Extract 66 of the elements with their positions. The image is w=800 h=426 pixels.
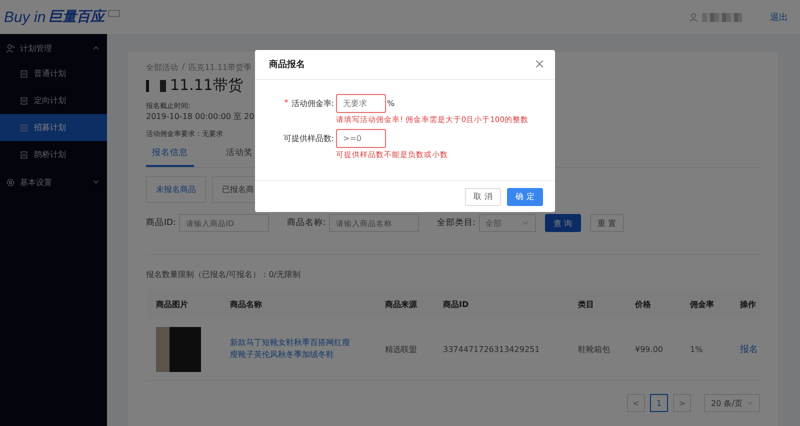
filter-label: 全部类目: — [436, 217, 476, 229]
document-icon — [20, 124, 28, 132]
column-header: 类目 — [577, 298, 595, 310]
input-field[interactable]: 无要求 — [336, 94, 386, 113]
required-mark: * — [284, 98, 288, 109]
deadline-value: 2019-10-18 00:00:00 至 20 — [146, 111, 254, 122]
breadcrumb-separator: / — [182, 62, 185, 73]
confirm-button[interactable]: 确 定 — [507, 188, 543, 206]
people-icon — [6, 44, 15, 52]
table-cell: 1% — [690, 344, 703, 354]
query-button[interactable]: 查 询 — [544, 214, 581, 232]
document-icon — [20, 150, 28, 158]
page-size-select[interactable]: 20 条/页 — [704, 394, 760, 412]
table-cell: 精选联盟 — [385, 344, 417, 354]
table-cell: ¥99.00 — [635, 344, 663, 354]
sidebar-group[interactable]: 基本设置 — [0, 170, 107, 194]
previous-page-button[interactable]: < — [627, 394, 645, 412]
column-header: 操作 — [738, 298, 757, 310]
sidebar-item[interactable]: 普通计划 — [0, 60, 107, 87]
input-field[interactable]: >=0 — [336, 129, 386, 148]
cancel-button[interactable]: 取 消 — [465, 188, 501, 206]
quota-text: 报名数量限制（已报名/可报名）：0/无限制 — [146, 269, 302, 280]
reset-button[interactable]: 重 置 — [590, 214, 624, 232]
sidebar-group[interactable]: 计划管理 — [0, 36, 107, 60]
filter-label: 商品ID: — [146, 217, 176, 229]
column-header: 商品名称 — [229, 298, 263, 310]
sidebar-item[interactable]: 招募计划 — [0, 114, 107, 141]
mosaic-drawing — [702, 12, 742, 22]
caret-icon — [93, 46, 99, 50]
next-page-button[interactable]: > — [673, 394, 691, 412]
product-link[interactable]: 新款马丁短靴女鞋秋季百搭网红瘦瘦靴子英伦风秋冬季加绒冬鞋 — [230, 337, 355, 361]
close-button[interactable]: × — [534, 57, 545, 72]
document-icon — [20, 70, 28, 78]
column-header: 商品ID — [442, 298, 470, 310]
sidebar-item[interactable]: 定向计划 — [0, 87, 107, 114]
dialog-title: 商品报名 — [269, 58, 305, 71]
table-cell: 3374471726313429251 — [443, 344, 540, 354]
column-header: 商品来源 — [384, 298, 418, 310]
breadcrumb-link[interactable]: 全部活动 — [146, 62, 178, 73]
tab[interactable]: 活动奖 — [220, 145, 259, 167]
field-label: 活动佣金率: — [291, 98, 334, 109]
page-title: 11.11带货 — [170, 76, 243, 95]
caret-icon — [93, 180, 99, 184]
tab[interactable]: 报名信息 — [146, 145, 194, 167]
badge-icon — [108, 10, 120, 16]
segment-tab[interactable]: 未报名商品 — [146, 176, 206, 203]
gear-icon — [6, 178, 15, 186]
logo-text: 巨量百应 — [48, 8, 105, 26]
logo-text: Buy in — [4, 8, 46, 26]
percent-suffix: % — [387, 99, 395, 108]
user-icon — [689, 12, 698, 22]
chevron-down-icon — [747, 401, 753, 405]
document-icon — [20, 96, 28, 104]
signup-link[interactable]: 报名 — [740, 344, 758, 354]
breadcrumb-link[interactable]: 匹克11.11带货季 — [188, 62, 252, 73]
logout-link[interactable]: 退出 — [770, 10, 788, 24]
table-cell: 鞋靴箱包 — [578, 344, 610, 354]
column-header: 商品图片 — [155, 298, 189, 310]
category-select[interactable]: 全部 — [478, 214, 536, 232]
sidebar-item[interactable]: 鹊桥计划 — [0, 141, 107, 168]
photo-placeholder — [156, 326, 201, 372]
field-label: 可提供样品数: — [283, 133, 334, 144]
column-header: 价格 — [634, 298, 652, 310]
filter-label: 商品名称: — [286, 217, 326, 229]
page-button[interactable]: 1 — [650, 394, 668, 412]
column-header: 佣金率 — [688, 298, 715, 310]
